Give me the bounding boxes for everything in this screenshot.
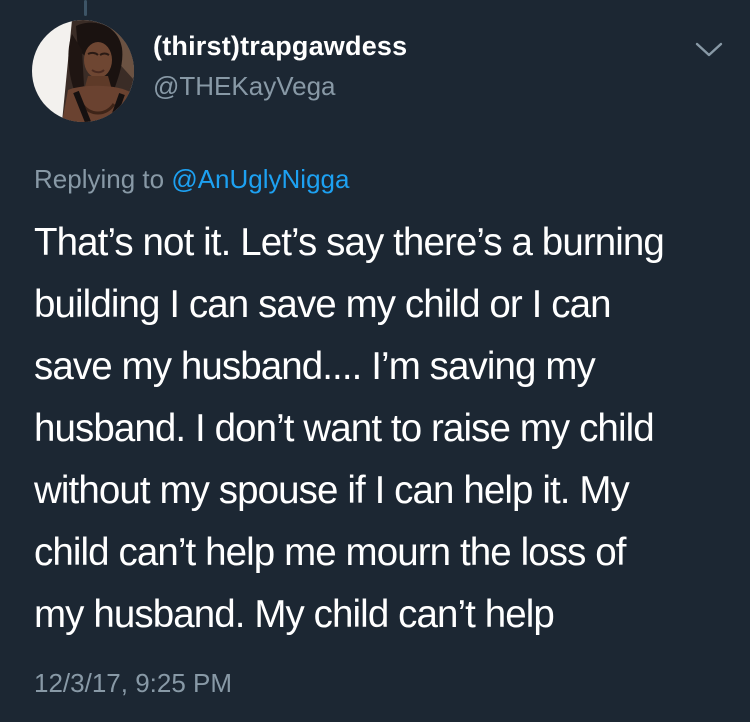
tweet-text-line: building I can save my child or I can [34,283,611,326]
tweet-text-line: child can’t help me mourn the loss of [34,531,626,574]
avatar[interactable] [32,20,134,122]
tweet-text-line: without my spouse if I can help it. My [34,469,630,512]
tweet-text-line: my husband. My child can’t help [34,593,555,636]
display-name[interactable]: (thirst)trapgawdess [153,31,407,62]
tweet-text-line: save my husband.... I’m saving my [34,345,596,388]
avatar-photo [32,20,134,122]
replying-to-line: Replying to @AnUglyNigga [34,164,349,195]
tweet-text-line: That’s not it. Let’s say there’s a burni… [34,221,665,264]
tweet-timestamp[interactable]: 12/3/17, 9:25 PM [34,668,232,699]
replying-to-mention-link[interactable]: @AnUglyNigga [171,164,349,194]
tweet-text: That’s not it. Let’s say there’s a burni… [34,212,739,646]
replying-to-label: Replying to [34,164,172,194]
user-handle[interactable]: @THEKayVega [153,71,335,102]
tweet-text-line: husband. I don’t want to raise my child [34,407,655,450]
chevron-down-icon[interactable] [694,40,724,60]
thread-connector-line [84,0,87,16]
